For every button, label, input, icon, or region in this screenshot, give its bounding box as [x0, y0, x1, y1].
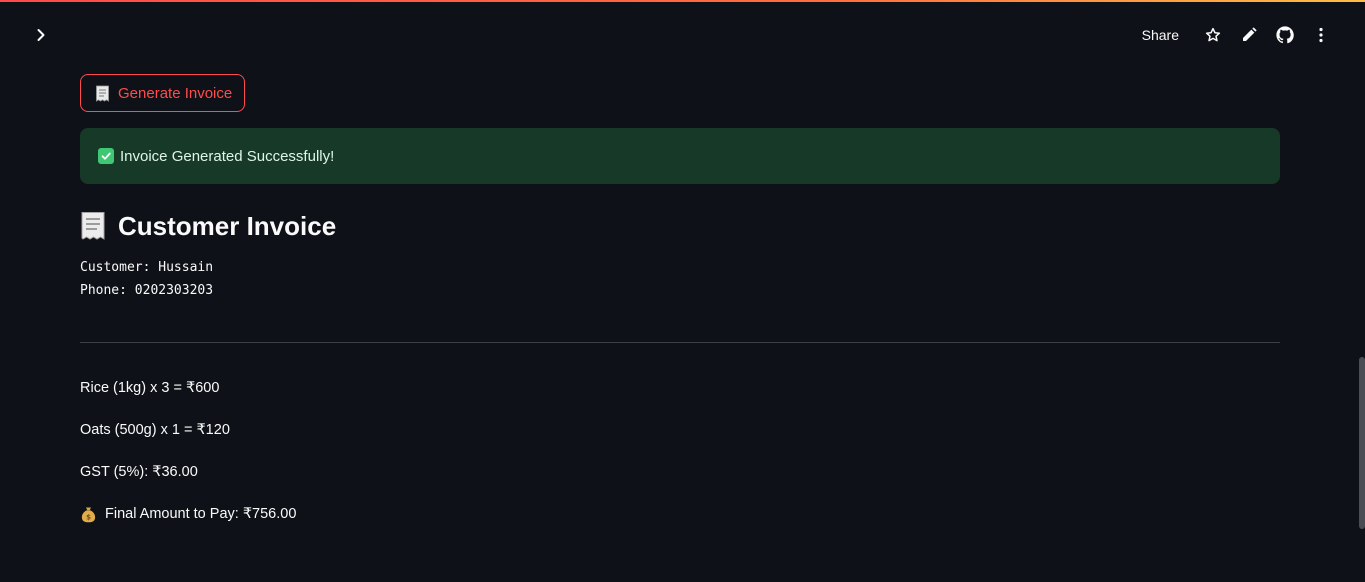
- customer-details-block: Customer: Hussain Phone: 0202303203: [80, 256, 1280, 302]
- invoice-line-item: Oats (500g) x 1 = ₹120: [80, 422, 230, 438]
- app-toolbar: Share: [1134, 22, 1339, 48]
- customer-line: Customer: Hussain: [80, 260, 214, 275]
- money-bag-icon: $: [81, 507, 96, 522]
- edit-button[interactable]: [1231, 22, 1267, 48]
- generate-invoice-button[interactable]: Generate Invoice: [80, 74, 246, 112]
- invoice-line-item: Rice (1kg) x 3 = ₹600: [80, 380, 220, 396]
- invoice-title: Customer Invoice: [118, 210, 337, 241]
- favorite-button[interactable]: [1195, 22, 1231, 48]
- final-amount-row: $ Final Amount to Pay: ₹756.00: [80, 504, 1280, 524]
- receipt-icon: [81, 212, 105, 240]
- success-message: Invoice Generated Successfully!: [120, 147, 335, 165]
- share-button[interactable]: Share: [1134, 23, 1187, 47]
- check-mark-icon: [98, 148, 114, 164]
- more-vertical-icon: [1319, 27, 1323, 43]
- success-alert: Invoice Generated Successfully!: [80, 128, 1280, 184]
- github-icon: [1276, 26, 1294, 44]
- star-icon: [1205, 27, 1221, 42]
- receipt-icon: [96, 85, 109, 102]
- generate-invoice-label: Generate Invoice: [118, 84, 233, 102]
- phone-line: Phone: 0202303203: [80, 283, 214, 298]
- chevron-right-icon: [37, 29, 45, 41]
- main-content: Generate Invoice Invoice Generated Succe…: [80, 74, 1280, 524]
- final-amount-text: Final Amount to Pay: ₹756.00: [105, 506, 297, 522]
- gst-line: GST (5%): ₹36.00: [80, 464, 198, 480]
- section-divider: [80, 342, 1280, 343]
- top-decoration-bar: [0, 0, 1365, 2]
- github-button[interactable]: [1267, 22, 1303, 48]
- sidebar-toggle-button[interactable]: [30, 24, 52, 46]
- svg-text:$: $: [86, 513, 91, 521]
- invoice-heading: Customer Invoice: [80, 210, 1280, 242]
- main-menu-button[interactable]: [1303, 22, 1339, 48]
- page-scrollbar[interactable]: [1359, 357, 1365, 529]
- pencil-icon: [1243, 27, 1257, 41]
